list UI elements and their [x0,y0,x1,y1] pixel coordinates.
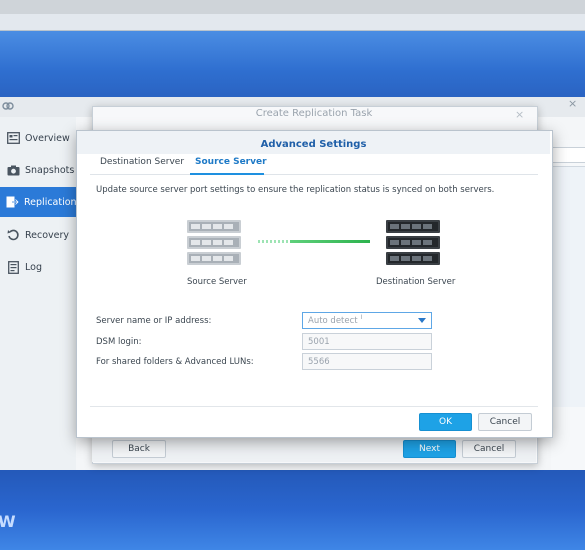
source-server-label: Source Server [187,277,247,287]
sidebar-item-label: Log [25,261,42,273]
connection-dots [258,240,290,243]
dialog-title: Advanced Settings [260,139,367,150]
tab-destination-server[interactable]: Destination Server [100,157,184,167]
tab-source-server[interactable]: Source Server [195,157,267,167]
advanced-settings-dialog [76,130,553,438]
shared-folders-value: 5566 [308,356,330,367]
overview-icon [6,131,20,145]
source-server-icon [187,220,241,266]
desktop-background [0,31,585,97]
sidebar-item-overview[interactable]: Overview [0,123,76,153]
app-right-list [551,166,585,407]
browser-toolbar [0,14,585,31]
camera-icon [6,163,20,177]
sidebar-item-replication[interactable]: Replication [0,187,77,217]
app-close-icon[interactable]: × [568,97,577,110]
next-button[interactable]: Next [403,440,456,458]
dsm-login-label: DSM login: [96,337,142,347]
sidebar-item-log[interactable]: Log [0,252,76,282]
wizard-close-icon[interactable]: × [515,108,524,121]
app-right-field[interactable] [551,147,585,163]
destination-server-icon [386,220,440,266]
chevron-down-icon[interactable] [418,318,426,323]
destination-server-label: Destination Server [376,277,456,287]
sidebar-item-label: Snapshots [25,164,75,176]
server-name-label: Server name or IP address: [96,316,212,326]
sidebar-item-recovery[interactable]: Recovery [0,220,76,250]
sidebar-item-label: Overview [25,132,70,144]
ok-button[interactable]: OK [419,413,472,431]
sidebar-item-label: Recovery [25,229,70,241]
sidebar-item-snapshots[interactable]: Snapshots [0,155,76,185]
wizard-cancel-button[interactable]: Cancel [462,440,516,458]
server-name-select[interactable]: Auto detect I [302,312,432,329]
cancel-button[interactable]: Cancel [478,413,532,431]
app-logo-icon [2,100,14,112]
recovery-icon [6,228,20,242]
shared-folders-label: For shared folders & Advanced LUNs: [96,357,254,367]
wizard-title: Create Replication Task [255,108,373,119]
desktop-watermark: W [0,512,16,531]
sidebar-item-label: Replication [24,196,77,208]
shared-folders-port-field[interactable]: 5566 [302,353,432,370]
dsm-login-field[interactable]: 5001 [302,333,432,350]
cursor-mark-icon: I [360,314,363,321]
server-name-value: Auto detect [308,315,358,326]
dsm-login-value: 5001 [308,336,330,347]
connection-line [290,240,370,243]
replication-icon [6,195,19,209]
log-icon [6,260,20,274]
active-tab-indicator [190,173,264,175]
description-text: Update source server port settings to en… [96,185,495,195]
dialog-divider [90,406,538,407]
top-strip [0,0,585,14]
back-button[interactable]: Back [112,440,166,458]
desktop-background-lower [0,470,585,550]
